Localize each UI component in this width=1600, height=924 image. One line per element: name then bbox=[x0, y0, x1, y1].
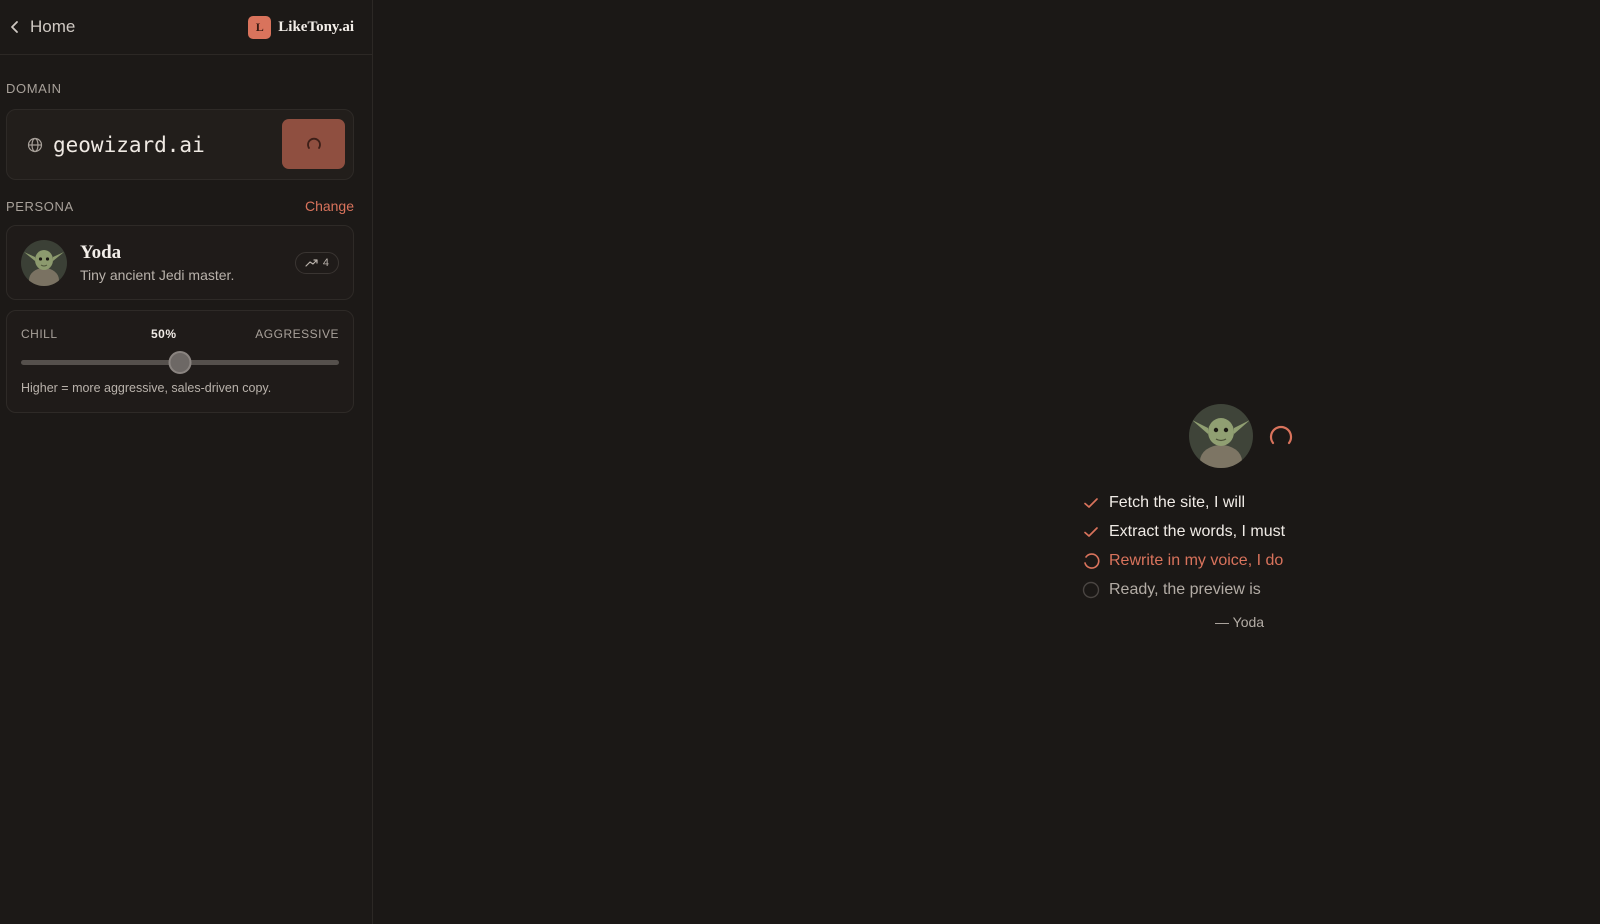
persona-avatar-large bbox=[1189, 404, 1253, 468]
domain-field bbox=[6, 109, 354, 180]
chevron-left-icon bbox=[11, 21, 18, 33]
check-icon bbox=[1084, 497, 1098, 508]
sidebar: Home L LikeTony.ai DOMAIN PERSONA Change bbox=[0, 0, 373, 924]
spinner-icon bbox=[1269, 425, 1293, 445]
persona-name: Yoda bbox=[80, 242, 122, 263]
avatar bbox=[21, 239, 67, 286]
topbar: Home L LikeTony.ai bbox=[0, 0, 372, 55]
progress-step: Fetch the site, I will bbox=[1082, 488, 1342, 517]
trend-up-icon bbox=[305, 259, 318, 267]
domain-input[interactable] bbox=[53, 132, 273, 157]
persona-card[interactable]: Yoda Tiny ancient Jedi master. 4 bbox=[6, 225, 354, 300]
persona-header: PERSONA Change bbox=[6, 198, 354, 214]
slider-labels: CHILL 50% AGGRESSIVE bbox=[21, 327, 339, 341]
persona-description: Tiny ancient Jedi master. bbox=[80, 267, 235, 283]
tone-slider-track[interactable] bbox=[21, 351, 339, 374]
progress-step: Extract the words, I must bbox=[1082, 517, 1342, 546]
home-label: Home bbox=[30, 17, 76, 36]
globe-icon bbox=[27, 137, 43, 152]
aggressive-label: AGGRESSIVE bbox=[255, 327, 339, 341]
persona-info: Yoda Tiny ancient Jedi master. bbox=[80, 242, 234, 283]
progress-step: Ready, the preview is bbox=[1082, 575, 1342, 604]
trend-count: 4 bbox=[322, 257, 329, 269]
progress-step-label: Rewrite in my voice, I do bbox=[1109, 551, 1284, 569]
tone-slider-card: CHILL 50% AGGRESSIVE Higher = more aggre… bbox=[6, 310, 354, 413]
progress-step-label: Fetch the site, I will bbox=[1109, 493, 1246, 511]
spinner-icon bbox=[306, 137, 321, 149]
home-link[interactable]: Home bbox=[8, 17, 75, 37]
progress-steps: Fetch the site, I will Extract the words,… bbox=[1082, 488, 1342, 604]
domain-label: DOMAIN bbox=[6, 81, 62, 96]
progress-step-label: Extract the words, I must bbox=[1109, 522, 1286, 540]
submit-button[interactable] bbox=[282, 119, 345, 169]
change-persona-link[interactable]: Change bbox=[305, 198, 354, 214]
slider-hint: Higher = more aggressive, sales-driven c… bbox=[21, 381, 272, 395]
trend-badge: 4 bbox=[294, 252, 339, 274]
progress-step: Rewrite in my voice, I do bbox=[1082, 546, 1342, 575]
progress-step-label: Ready, the preview is bbox=[1109, 580, 1261, 598]
brand[interactable]: L LikeTony.ai bbox=[248, 15, 354, 39]
chill-label: CHILL bbox=[21, 327, 58, 341]
slider-value: 50% bbox=[151, 327, 177, 341]
persona-label: PERSONA bbox=[6, 198, 74, 214]
spinner-icon bbox=[1084, 552, 1100, 569]
signature: — Yoda bbox=[1215, 614, 1265, 630]
brand-name: LikeTony.ai bbox=[278, 18, 354, 35]
tone-slider-thumb[interactable] bbox=[168, 351, 192, 374]
empty-circle-icon bbox=[1082, 581, 1100, 598]
check-icon bbox=[1084, 526, 1098, 537]
brand-logo: L bbox=[248, 15, 272, 39]
